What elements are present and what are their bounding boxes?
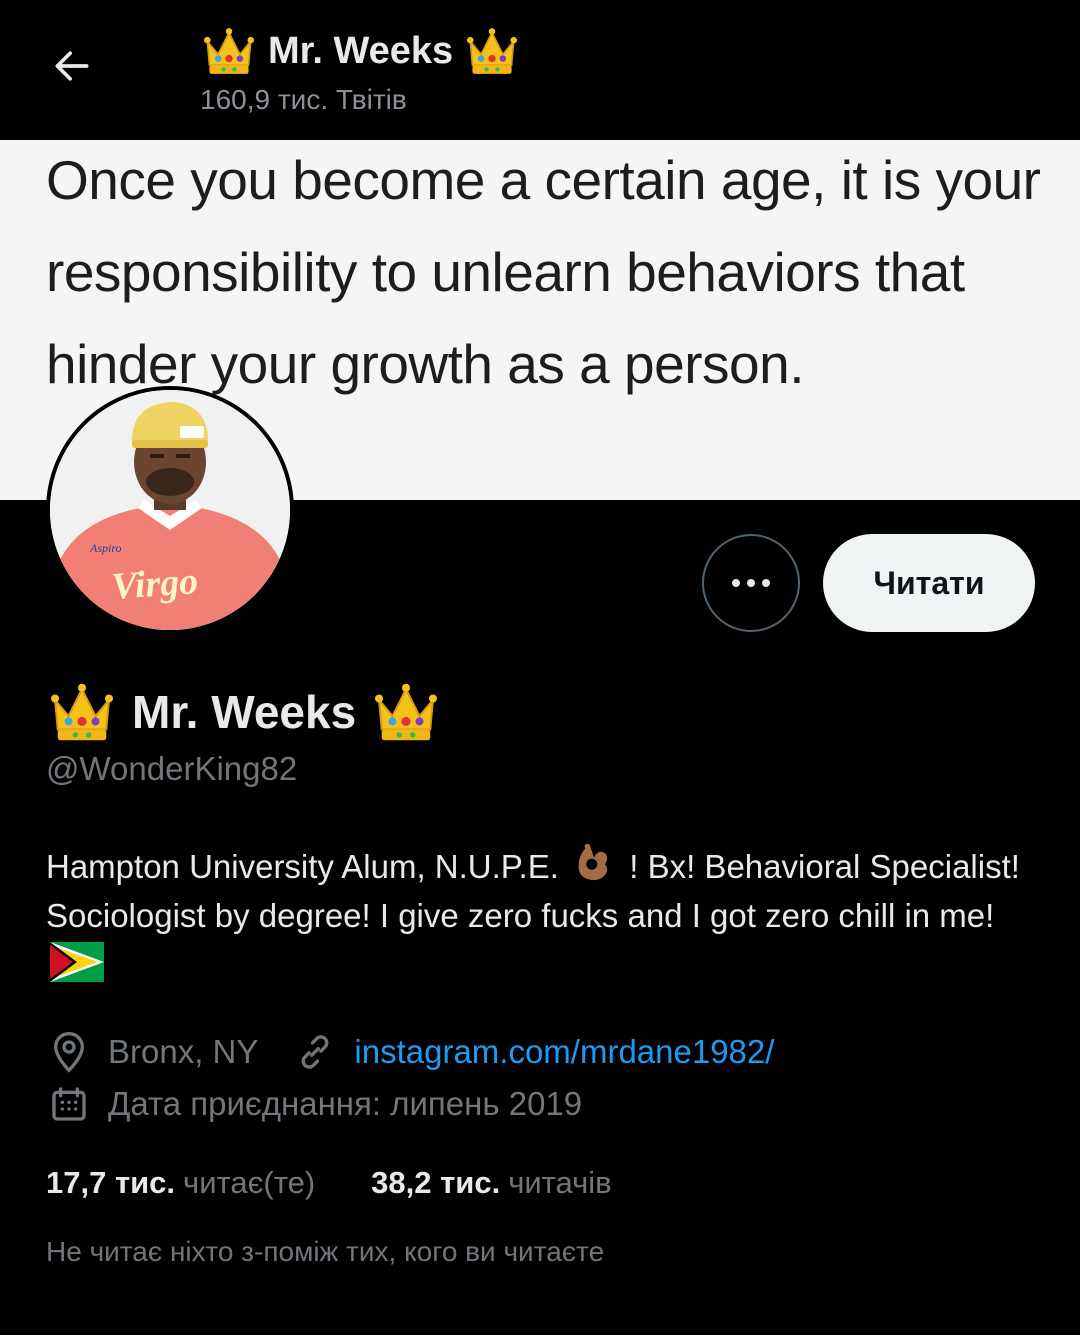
top-bar: Mr. Weeks 160,9 тис. Твітів xyxy=(0,0,1080,138)
crown-icon xyxy=(466,27,519,75)
back-button[interactable] xyxy=(48,40,96,92)
more-dots-icon xyxy=(732,579,770,587)
profile-bio: Hampton University Alum, N.U.P.E. ! Bx! … xyxy=(46,840,1036,989)
join-date: Дата приєднання: липень 2019 xyxy=(108,1085,583,1122)
crown-icon xyxy=(374,682,439,742)
more-options-button[interactable] xyxy=(702,534,800,632)
header-title: Mr. Weeks xyxy=(200,26,521,76)
avatar-shirt-text: Virgo xyxy=(110,560,199,608)
crown-icon xyxy=(203,27,255,75)
mutual-followers-note: Не читає ніхто з-поміж тих, кого ви чита… xyxy=(46,1236,605,1267)
website-link[interactable]: instagram.com/mrdane1982/ xyxy=(354,1033,774,1071)
following-label: читає(те) xyxy=(183,1165,316,1200)
banner-quote: Once you become a certain age, it is you… xyxy=(46,149,1041,395)
followers-stat[interactable]: 38,2 тис. читачів xyxy=(371,1165,611,1201)
profile-meta-row-2: Дата приєднання: липень 2019 xyxy=(46,1078,582,1130)
bio-text-part1: Hampton University Alum, N.U.P.E. xyxy=(46,848,559,885)
header-name: Mr. Weeks xyxy=(268,29,454,72)
profile-handle: @WonderKing82 xyxy=(46,750,298,787)
following-count: 17,7 тис. xyxy=(46,1165,176,1200)
location-text: Bronx, NY xyxy=(108,1033,259,1070)
link-icon xyxy=(292,1029,338,1075)
location-icon xyxy=(46,1029,92,1075)
followers-count: 38,2 тис. xyxy=(371,1165,501,1200)
profile-meta-row-1: Bronx, NY instagram.com/mrdane1982/ xyxy=(46,1026,774,1078)
profile-name: Mr. Weeks xyxy=(46,680,442,744)
avatar-photo: Aspiro Virgo xyxy=(50,390,290,630)
guyana-flag-icon xyxy=(50,942,104,982)
follow-button[interactable]: Читати xyxy=(823,534,1035,632)
ok-hand-icon xyxy=(578,843,608,881)
display-name: Mr. Weeks xyxy=(132,686,357,738)
calendar-icon xyxy=(46,1081,92,1127)
arrow-left-icon xyxy=(55,51,89,81)
avatar[interactable]: Aspiro Virgo xyxy=(46,386,294,634)
svg-text:Aspiro: Aspiro xyxy=(89,541,122,555)
crown-icon xyxy=(49,682,115,742)
following-stat[interactable]: 17,7 тис. читає(те) xyxy=(46,1165,315,1201)
follow-stats: 17,7 тис. читає(те) 38,2 тис. читачів xyxy=(46,1160,612,1206)
tweet-count: 160,9 тис. Твітів xyxy=(200,84,407,115)
followers-label: читачів xyxy=(508,1165,612,1200)
